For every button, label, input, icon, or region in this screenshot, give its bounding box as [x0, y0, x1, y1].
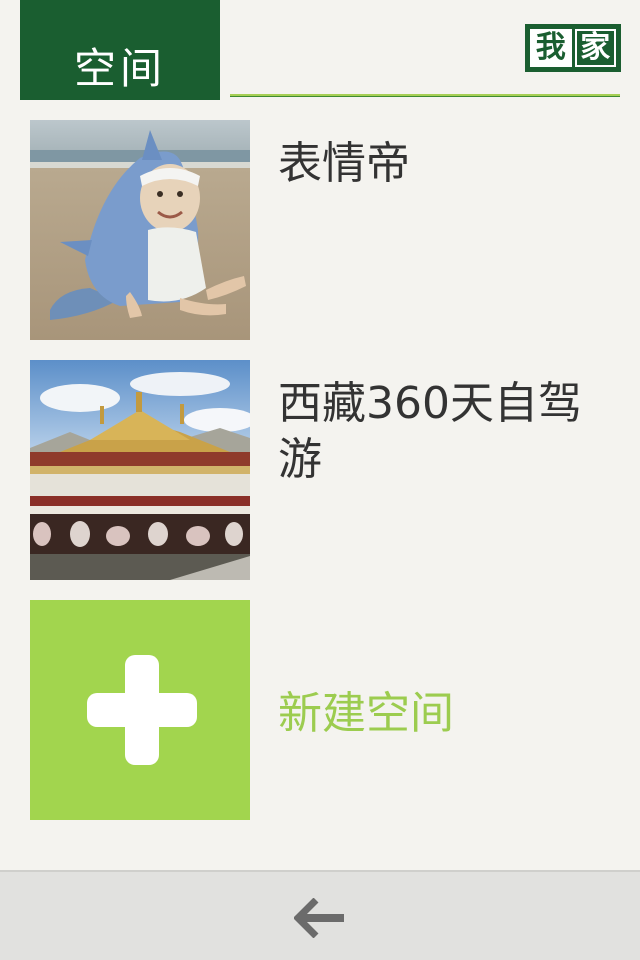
space-title[interactable]: 西藏360天自驾游: [278, 376, 598, 488]
back-button[interactable]: [280, 890, 360, 946]
bottom-bar: [0, 870, 640, 960]
logo-glyph-wo: 我: [530, 29, 572, 67]
new-space-label[interactable]: 新建空间: [278, 686, 454, 742]
new-space-button[interactable]: [30, 600, 250, 820]
tab-space[interactable]: 空间: [20, 0, 220, 100]
space-title[interactable]: 表情帝: [278, 136, 598, 192]
tab-space-label: 空间: [73, 44, 166, 93]
back-arrow-icon: [294, 898, 344, 938]
logo-glyph-jia: 家: [574, 29, 616, 67]
space-thumbnail-tibet-temple[interactable]: [30, 360, 250, 580]
new-space-item[interactable]: 新建空间: [30, 600, 620, 820]
space-item[interactable]: 表情帝: [30, 120, 620, 340]
plus-icon: [87, 655, 197, 765]
space-item[interactable]: 西藏360天自驾游: [30, 360, 620, 580]
brand-logo[interactable]: 我 家: [525, 24, 621, 72]
space-thumbnail-baby-shark[interactable]: [30, 120, 250, 340]
header-divider: [230, 94, 620, 97]
